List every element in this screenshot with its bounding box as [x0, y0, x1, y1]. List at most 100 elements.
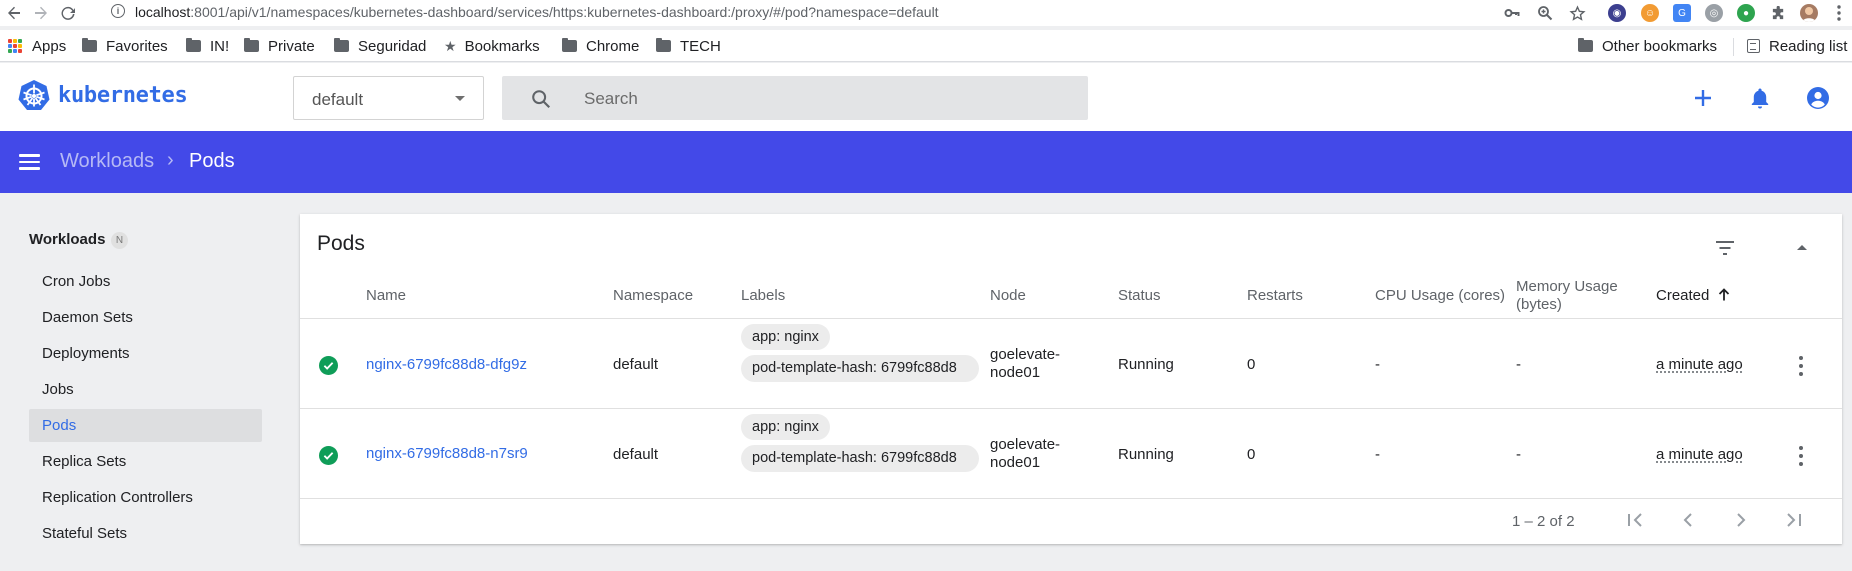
app-toolbar: kubernetes default Search: [0, 63, 1852, 131]
folder-icon: [334, 38, 349, 52]
folder-icon: [244, 38, 259, 52]
bookmark-bookmarks[interactable]: ★ Bookmarks: [444, 36, 540, 56]
page-header: Workloads › Pods: [0, 131, 1852, 193]
browser-menu-icon[interactable]: [1834, 4, 1844, 22]
column-header-memory: Memory Usage (bytes): [1516, 278, 1618, 313]
apps-grid-icon: [8, 39, 22, 53]
notifications-bell-icon[interactable]: [1747, 85, 1773, 111]
row-divider: [300, 408, 1842, 409]
search-icon: [532, 90, 551, 109]
reading-list-button[interactable]: Reading list: [1747, 36, 1847, 56]
pods-card: Pods Name Namespace Labels Node Status R…: [300, 214, 1842, 544]
profile-avatar[interactable]: [1800, 4, 1818, 22]
folder-icon: [562, 38, 577, 52]
bookmarks-divider: [1733, 38, 1734, 56]
next-page-icon[interactable]: [1729, 508, 1753, 532]
caret-down-icon: [455, 96, 465, 101]
pod-name-link[interactable]: nginx-6799fc88d8-dfg9z: [366, 356, 527, 374]
row-actions-menu-icon[interactable]: [1798, 356, 1804, 376]
create-plus-icon[interactable]: [1690, 85, 1716, 111]
bookmark-chrome[interactable]: Chrome: [562, 36, 639, 56]
sidebar-item-pods[interactable]: Pods: [29, 409, 262, 442]
folder-icon: [1578, 38, 1593, 52]
label-chip: app: nginx: [741, 324, 830, 350]
column-header-cpu: CPU Usage (cores): [1375, 287, 1506, 304]
pod-status: Running: [1118, 446, 1174, 463]
pod-created: a minute ago: [1656, 446, 1743, 463]
pod-restarts: 0: [1247, 446, 1256, 463]
last-page-icon[interactable]: [1782, 508, 1806, 532]
bookmark-seguridad[interactable]: Seguridad: [334, 36, 426, 56]
url-field[interactable]: localhost:8001/api/v1/namespaces/kuberne…: [135, 4, 939, 20]
label-chip: app: nginx: [741, 414, 830, 440]
menu-icon[interactable]: [19, 154, 40, 170]
column-header-status[interactable]: Status: [1118, 287, 1161, 305]
extension-icon[interactable]: ◎: [1705, 4, 1723, 22]
sidebar-item-stateful-sets[interactable]: Stateful Sets: [29, 517, 262, 550]
sidebar-item-deployments[interactable]: Deployments: [29, 337, 262, 370]
reading-list-icon: [1747, 39, 1760, 53]
first-page-icon[interactable]: [1623, 508, 1647, 532]
pod-created: a minute ago: [1656, 356, 1743, 373]
folder-icon: [186, 38, 201, 52]
forward-icon[interactable]: [31, 3, 51, 23]
account-circle-icon[interactable]: [1805, 85, 1831, 111]
pod-memory: -: [1516, 446, 1521, 463]
sidebar-item-daemon-sets[interactable]: Daemon Sets: [29, 301, 262, 334]
pod-namespace: default: [613, 446, 659, 463]
back-icon[interactable]: [4, 3, 24, 23]
collapse-arrow-icon[interactable]: [1790, 236, 1814, 260]
folder-icon: [82, 38, 97, 52]
column-header-restarts[interactable]: Restarts: [1247, 287, 1303, 305]
search-input[interactable]: Search: [502, 76, 1088, 120]
card-title: Pods: [317, 232, 365, 255]
sidebar: Workloads N Cron Jobs Daemon Sets Deploy…: [0, 193, 280, 571]
column-header-created[interactable]: Created: [1656, 287, 1731, 305]
bookmark-apps[interactable]: Apps: [8, 36, 66, 56]
pod-cpu: -: [1375, 356, 1380, 373]
sidebar-item-replication-controllers[interactable]: Replication Controllers: [29, 481, 262, 514]
app-logo-text[interactable]: kubernetes: [58, 83, 188, 108]
pod-name-link[interactable]: nginx-6799fc88d8-n7sr9: [366, 445, 528, 463]
puzzle-icon[interactable]: [1769, 4, 1787, 22]
extension-icon[interactable]: ☺: [1641, 4, 1659, 22]
zoom-icon[interactable]: [1536, 4, 1554, 22]
bookmark-other[interactable]: Other bookmarks: [1578, 36, 1717, 56]
filter-icon[interactable]: [1713, 236, 1737, 260]
bookmark-tech[interactable]: TECH: [656, 36, 721, 56]
namespace-select[interactable]: default: [293, 76, 484, 120]
sidebar-item-cron-jobs[interactable]: Cron Jobs: [29, 265, 262, 298]
bookmark-private[interactable]: Private: [244, 36, 315, 56]
kubernetes-logo-icon[interactable]: [18, 79, 50, 111]
breadcrumb-workloads[interactable]: Workloads: [60, 150, 154, 173]
sidebar-section-title[interactable]: Workloads: [29, 231, 105, 248]
pod-node: goelevate-node01: [990, 346, 1061, 381]
label-chip: pod-template-hash: 6799fc88d8: [741, 355, 979, 382]
folder-icon: [656, 38, 671, 52]
sidebar-item-jobs[interactable]: Jobs: [29, 373, 262, 406]
namespace-value: default: [312, 90, 364, 109]
previous-page-icon[interactable]: [1676, 508, 1700, 532]
site-info-icon[interactable]: i: [111, 4, 125, 18]
row-actions-menu-icon[interactable]: [1798, 446, 1804, 466]
bookmark-in[interactable]: IN!: [186, 36, 229, 56]
sidebar-item-replica-sets[interactable]: Replica Sets: [29, 445, 262, 478]
header-divider: [300, 318, 1842, 319]
pod-memory: -: [1516, 356, 1521, 373]
reload-icon[interactable]: [58, 3, 78, 23]
arrow-up-icon: [1718, 288, 1729, 301]
row-divider: [300, 498, 1842, 499]
extension-icon[interactable]: ●: [1737, 4, 1755, 22]
bookmark-star-icon[interactable]: [1568, 4, 1586, 22]
star-icon: ★: [444, 37, 457, 54]
key-icon[interactable]: [1503, 4, 1521, 22]
bookmark-favorites[interactable]: Favorites: [82, 36, 168, 56]
column-header-node[interactable]: Node: [990, 287, 1026, 305]
column-header-namespace[interactable]: Namespace: [613, 287, 693, 305]
check-circle-icon: [319, 446, 338, 465]
paginator-range-label: 1 – 2 of 2: [1512, 513, 1575, 530]
extension-icon[interactable]: ◉: [1608, 4, 1626, 22]
column-header-name[interactable]: Name: [366, 287, 406, 305]
translate-icon[interactable]: G: [1673, 4, 1691, 22]
label-chip: pod-template-hash: 6799fc88d8: [741, 445, 979, 472]
